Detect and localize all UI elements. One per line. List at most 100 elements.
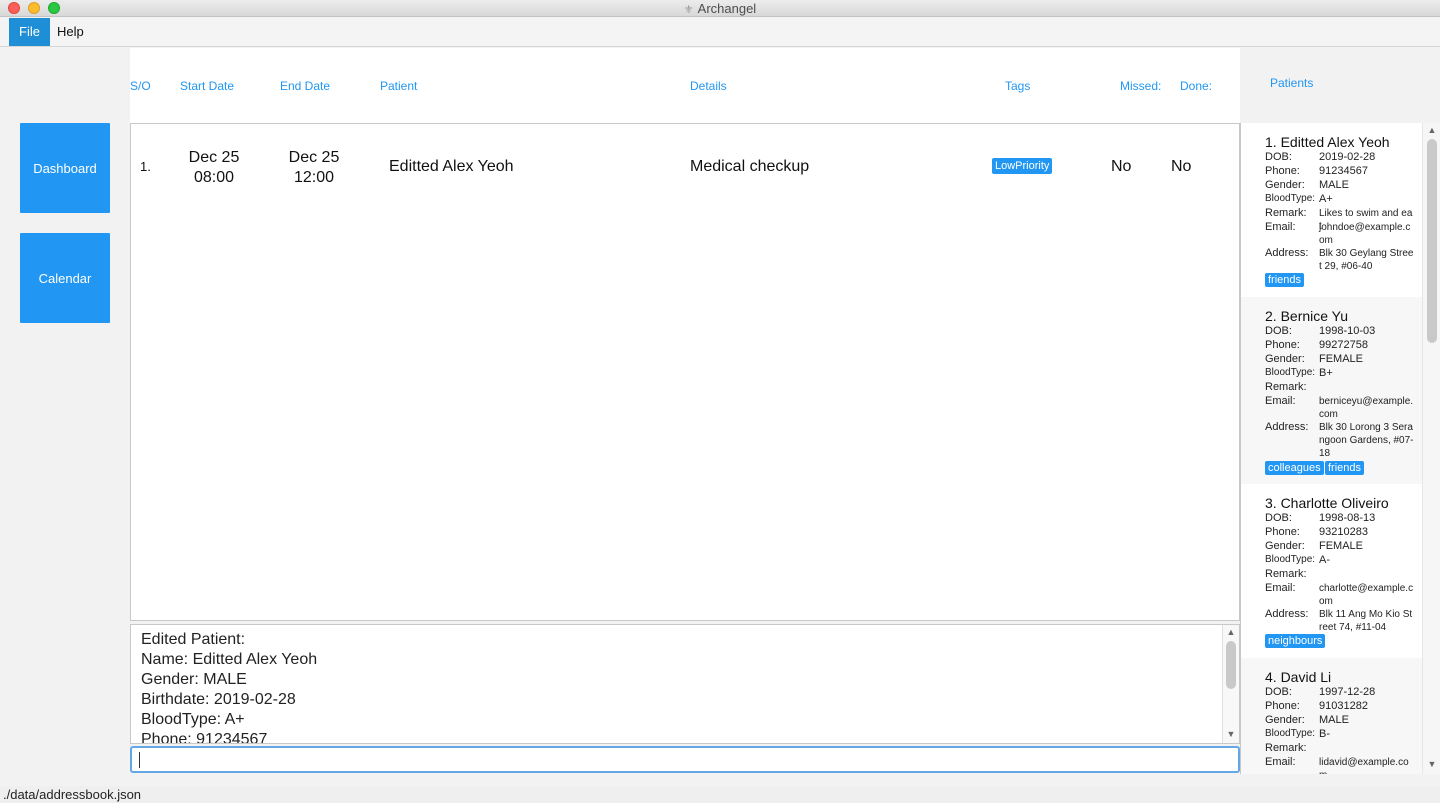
patient-address: Blk 30 Geylang Street 29, #06-40 — [1319, 248, 1414, 272]
appointment-end-time: 12:00 — [293, 169, 335, 186]
patient-dob: 1997-12-28 — [1319, 686, 1376, 698]
column-header-start-date: Start Date — [180, 79, 235, 93]
patient-name: 2. Bernice Yu — [1265, 308, 1349, 324]
appointment-end-date: Dec 25 — [288, 149, 340, 166]
scroll-thumb[interactable] — [1427, 139, 1437, 343]
calendar-button[interactable]: Calendar — [20, 233, 110, 323]
remark-label: Remark: — [1265, 381, 1307, 393]
result-line: Phone: 91234567 — [141, 731, 268, 744]
patient-dob: 1998-10-03 — [1319, 325, 1376, 337]
appointment-end: Dec 25 12:00 — [279, 148, 349, 188]
appointment-tag: LowPriority — [992, 158, 1053, 174]
gender-label: Gender: — [1265, 179, 1305, 191]
column-header-end-date: End Date — [280, 79, 331, 93]
text-caret — [139, 752, 140, 768]
patient-list-scrollbar[interactable]: ▲ ▼ — [1422, 123, 1440, 774]
patient-address: Blk 30 Lorong 3 Serangoon Gardens, #07-1… — [1319, 422, 1414, 459]
address-label: Address: — [1265, 608, 1309, 620]
result-line: Edited Patient: — [141, 631, 246, 648]
appointment-start-date: Dec 25 — [188, 149, 240, 166]
patient-card[interactable]: 1. Editted Alex Yeoh DOB: 2019-02-28 Pho… — [1241, 123, 1422, 297]
email-label: Email: — [1265, 221, 1296, 233]
appointment-index: 1. — [140, 159, 151, 174]
bloodtype-label: BloodType: — [1265, 193, 1316, 204]
address-label: Address: — [1265, 247, 1309, 259]
status-bar: ./data/addressbook.json — [0, 786, 1440, 803]
phone-label: Phone: — [1265, 165, 1300, 177]
window-title: ⚜ Archangel — [0, 1, 1440, 16]
title-bar: ⚜ Archangel — [0, 0, 1440, 17]
appointment-list[interactable]: 1. Dec 25 08:00 Dec 25 12:00 Editted Ale… — [130, 123, 1240, 621]
patient-name: 4. David Li — [1265, 669, 1332, 685]
appointment-done: No — [1171, 158, 1192, 175]
patient-bloodtype: B+ — [1319, 367, 1333, 379]
patient-phone: 93210283 — [1319, 526, 1368, 538]
appointment-start-time: 08:00 — [193, 169, 235, 186]
patients-header: Patients — [1240, 48, 1440, 123]
patients-title: Patients — [1270, 76, 1314, 90]
column-header-tags: Tags — [1005, 79, 1031, 93]
patient-name: 3. Charlotte Oliveiro — [1265, 495, 1389, 511]
result-scrollbar[interactable]: ▲ ▼ — [1222, 625, 1239, 743]
appointment-missed: No — [1111, 158, 1132, 175]
appointment-details: Medical checkup — [690, 158, 810, 175]
save-location: ./data/addressbook.json — [3, 787, 142, 802]
patient-dob: 2019-02-28 — [1319, 151, 1376, 163]
patient-tag: colleagues — [1265, 461, 1324, 475]
patient-email: berniceyu@example.com — [1319, 396, 1414, 420]
remark-label: Remark: — [1265, 742, 1307, 754]
email-label: Email: — [1265, 582, 1296, 594]
result-display[interactable]: Edited Patient: Name: Editted Alex Yeoh … — [130, 624, 1240, 744]
patient-card[interactable]: 3. Charlotte Oliveiro DOB: 1998-08-13 Ph… — [1241, 484, 1422, 658]
phone-label: Phone: — [1265, 339, 1300, 351]
menu-file[interactable]: File — [9, 18, 50, 46]
dob-label: DOB: — [1265, 686, 1292, 698]
scroll-down-icon[interactable]: ▼ — [1423, 759, 1440, 769]
phone-label: Phone: — [1265, 526, 1300, 538]
appointment-start: Dec 25 08:00 — [179, 148, 249, 188]
result-line: Gender: MALE — [141, 671, 247, 688]
patient-tag: friends — [1325, 461, 1365, 475]
menu-bar: File Help — [0, 18, 1440, 47]
scroll-thumb[interactable] — [1226, 641, 1236, 689]
result-line: BloodType: A+ — [141, 711, 245, 728]
dob-label: DOB: — [1265, 151, 1292, 163]
dob-label: DOB: — [1265, 512, 1292, 524]
app-icon: ⚜ — [683, 4, 694, 16]
gender-label: Gender: — [1265, 540, 1305, 552]
patient-list[interactable]: 1. Editted Alex Yeoh DOB: 2019-02-28 Pho… — [1240, 123, 1440, 774]
scroll-up-icon[interactable]: ▲ — [1223, 627, 1239, 637]
patient-gender: FEMALE — [1319, 353, 1364, 365]
dashboard-button[interactable]: Dashboard — [20, 123, 110, 213]
patient-card[interactable]: 4. David Li DOB: 1997-12-28 Phone: 91031… — [1241, 658, 1422, 774]
patient-name: 1. Editted Alex Yeoh — [1265, 134, 1390, 150]
column-header-so: S/O — [130, 79, 151, 93]
patient-phone: 99272758 — [1319, 339, 1368, 351]
patient-gender: MALE — [1319, 179, 1349, 191]
scroll-down-icon[interactable]: ▼ — [1223, 729, 1239, 739]
email-label: Email: — [1265, 756, 1296, 768]
patient-address: Blk 11 Ang Mo Kio Street 74, #11-04 — [1319, 609, 1413, 633]
gender-label: Gender: — [1265, 353, 1305, 365]
address-label: Address: — [1265, 421, 1309, 433]
result-line: Name: Editted Alex Yeoh — [141, 651, 318, 668]
column-header-patient: Patient — [380, 79, 418, 93]
column-header-details: Details — [690, 79, 727, 93]
bloodtype-label: BloodType: — [1265, 554, 1316, 565]
remark-label: Remark: — [1265, 568, 1307, 580]
appointment-row[interactable]: 1. Dec 25 08:00 Dec 25 12:00 Editted Ale… — [131, 124, 1239, 210]
patient-gender: MALE — [1319, 714, 1349, 726]
column-header-done: Done: — [1180, 79, 1213, 93]
scroll-up-icon[interactable]: ▲ — [1423, 125, 1440, 135]
patient-dob: 1998-08-13 — [1319, 512, 1376, 524]
patient-bloodtype: B- — [1319, 728, 1330, 740]
patient-card[interactable]: 2. Bernice Yu DOB: 1998-10-03 Phone: 992… — [1241, 297, 1422, 484]
command-box[interactable] — [130, 746, 1240, 773]
appointment-patient: Editted Alex Yeoh — [389, 158, 514, 175]
menu-help[interactable]: Help — [47, 18, 94, 46]
patient-tag: friends — [1265, 273, 1305, 287]
appointment-header: S/O Start Date End Date Patient Details … — [130, 48, 1240, 123]
patient-tag: neighbours — [1265, 634, 1326, 648]
window-title-text: Archangel — [697, 1, 757, 16]
email-label: Email: — [1265, 395, 1296, 407]
